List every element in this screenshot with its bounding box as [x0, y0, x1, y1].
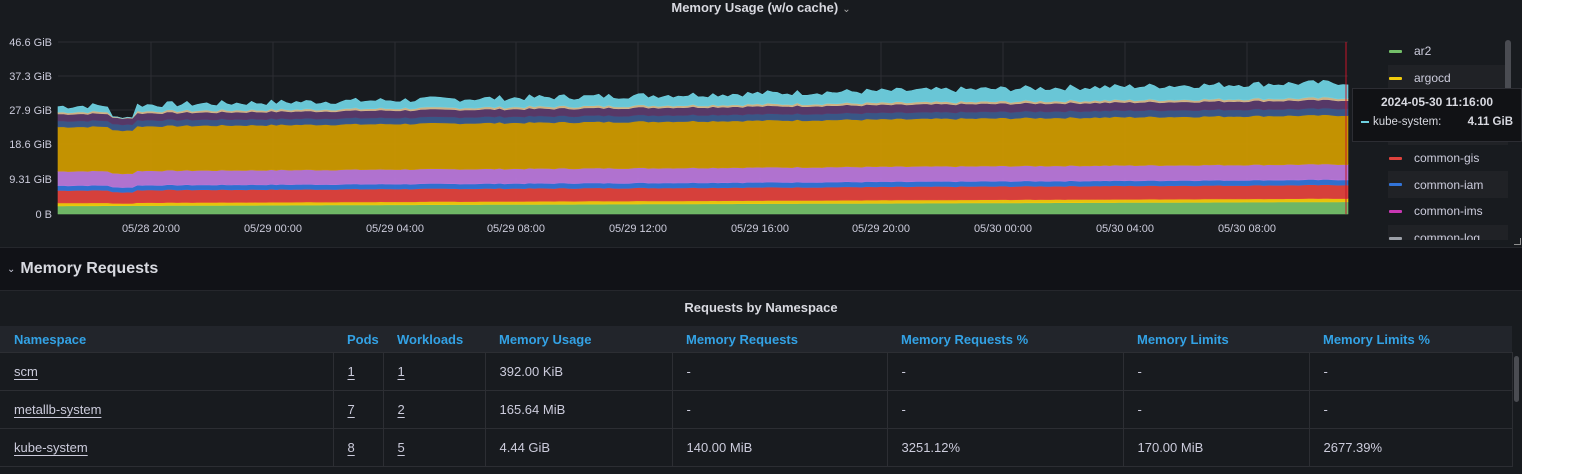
cell-pods: 1: [333, 352, 384, 391]
legend-item[interactable]: common-gis: [1388, 145, 1508, 172]
column-header-memory-usage[interactable]: Memory Usage: [485, 326, 672, 353]
x-tick-label: 05/30 08:00: [1218, 223, 1276, 235]
legend-swatch: [1389, 76, 1402, 80]
panel-resize-handle[interactable]: [1514, 238, 1521, 245]
cell-memory-limits-pct: -: [1309, 352, 1513, 391]
namespace-link[interactable]: metallb-system: [14, 402, 101, 417]
legend-swatch: [1389, 209, 1402, 213]
namespace-link[interactable]: scm: [14, 364, 38, 379]
cell-workloads: 5: [383, 428, 486, 467]
workloads-link[interactable]: 1: [398, 364, 405, 379]
legend-label: common-gis: [1414, 151, 1480, 166]
row-title[interactable]: Memory Requests: [20, 260, 158, 278]
x-tick-label: 05/29 04:00: [366, 223, 424, 235]
x-tick-label: 05/29 08:00: [487, 223, 545, 235]
cell-memory-usage: 392.00 KiB: [485, 352, 673, 391]
column-header-memory-requests[interactable]: Memory Requests: [672, 326, 887, 353]
cell-pods: 8: [333, 428, 384, 467]
y-tick-label: 18.6 GiB: [9, 139, 52, 151]
cell-pods: 7: [333, 390, 384, 429]
pods-link[interactable]: 7: [348, 402, 355, 417]
cell-memory-limits: -: [1123, 390, 1310, 429]
x-tick-label: 05/29 00:00: [244, 223, 302, 235]
legend-label: common-ims: [1414, 204, 1483, 219]
cell-namespace: scm: [0, 352, 334, 391]
cell-workloads: 1: [383, 352, 486, 391]
table-panel-title[interactable]: Requests by Namespace: [0, 300, 1522, 315]
chevron-down-icon[interactable]: ⌄: [842, 4, 850, 15]
workloads-link[interactable]: 5: [398, 440, 405, 455]
cell-memory-requests: -: [672, 390, 888, 429]
panel-title-text[interactable]: Memory Usage (w/o cache): [671, 0, 838, 15]
legend-label: common-log: [1414, 231, 1481, 240]
cell-memory-limits: -: [1123, 352, 1310, 391]
cell-workloads: 2: [383, 390, 486, 429]
panel-title[interactable]: Memory Usage (w/o cache) ⌄: [0, 0, 1522, 16]
legend-swatch: [1389, 156, 1402, 160]
column-header-memory-requests-pct[interactable]: Memory Requests %: [887, 326, 1123, 353]
memory-usage-panel: 46.6 GiB 37.3 GiB 27.9 GiB 18.6 GiB 9.31 GiB…: [0, 0, 1522, 246]
namespace-table: Namespace Pods Workloads Memory Usage Me…: [0, 326, 1513, 467]
y-tick-label: 27.9 GiB: [9, 105, 52, 117]
legend-item[interactable]: common-iam: [1388, 171, 1508, 199]
tooltip-time: 2024-05-30 11:16:00: [1380, 95, 1494, 109]
y-tick-label: 9.31 GiB: [9, 174, 52, 186]
x-tick-label: 05/29 16:00: [731, 223, 789, 235]
y-tick-label: 46.6 GiB: [9, 37, 52, 49]
cell-memory-limits-pct: 2677.39%: [1309, 428, 1513, 467]
legend-label: ar2: [1414, 44, 1432, 59]
x-tick-label: 05/28 20:00: [122, 223, 180, 235]
cell-memory-requests: -: [672, 352, 888, 391]
x-tick-label: 05/30 04:00: [1096, 223, 1154, 235]
table-scrollbar[interactable]: [1514, 356, 1519, 402]
column-header-pods[interactable]: Pods: [333, 326, 383, 353]
legend-label: argocd: [1414, 71, 1451, 86]
cell-memory-requests-pct: -: [887, 390, 1124, 429]
column-header-workloads[interactable]: Workloads: [383, 326, 485, 353]
cell-memory-limits: 170.00 MiB: [1123, 428, 1310, 467]
memory-usage-chart[interactable]: 46.6 GiB 37.3 GiB 27.9 GiB 18.6 GiB 9.31 GiB…: [0, 0, 1522, 246]
cell-namespace: kube-system: [0, 428, 334, 467]
cell-memory-limits-pct: -: [1309, 390, 1513, 429]
legend-swatch: [1389, 49, 1402, 53]
tooltip-swatch: [1361, 121, 1369, 123]
table-row: metallb-system 7 2 165.64 MiB - - - -: [0, 390, 1513, 429]
workloads-link[interactable]: 2: [398, 402, 405, 417]
legend-label: common-iam: [1414, 177, 1484, 192]
tooltip-row: kube-system: 4.11 GiB: [1361, 116, 1513, 128]
y-tick-label: 37.3 GiB: [9, 71, 52, 83]
legend-item[interactable]: ar2: [1388, 38, 1508, 65]
x-tick-label: 05/30 00:00: [974, 223, 1032, 235]
legend-swatch: [1389, 236, 1402, 240]
cell-memory-requests-pct: -: [887, 352, 1124, 391]
cell-memory-usage: 4.44 GiB: [485, 428, 673, 467]
namespace-link[interactable]: kube-system: [14, 440, 88, 455]
table-row: kube-system 8 5 4.44 GiB 140.00 MiB 3251…: [0, 428, 1513, 467]
x-tick-label: 05/29 12:00: [609, 223, 667, 235]
cell-memory-usage: 165.64 MiB: [485, 390, 673, 429]
table-row: scm 1 1 392.00 KiB - - - -: [0, 352, 1513, 391]
pods-link[interactable]: 1: [348, 364, 355, 379]
column-header-memory-limits[interactable]: Memory Limits: [1123, 326, 1309, 353]
dashboard: 46.6 GiB 37.3 GiB 27.9 GiB 18.6 GiB 9.31 GiB…: [0, 0, 1522, 474]
chart-tooltip: 2024-05-30 11:16:00 kube-system: 4.11 Gi…: [1352, 88, 1522, 142]
y-tick-label: 0 B: [35, 209, 52, 221]
x-tick-label: 05/29 20:00: [852, 223, 910, 235]
tooltip-value: 4.11 GiB: [1467, 116, 1513, 128]
pods-link[interactable]: 8: [348, 440, 355, 455]
chevron-down-icon[interactable]: ⌄: [7, 264, 15, 275]
legend-item[interactable]: common-log: [1388, 224, 1508, 240]
cell-namespace: metallb-system: [0, 390, 334, 429]
requests-by-namespace-panel: Requests by Namespace Namespace Pods Wor…: [0, 292, 1522, 474]
cell-memory-requests-pct: 3251.12%: [887, 428, 1124, 467]
tooltip-series: kube-system:: [1373, 116, 1442, 128]
column-header-namespace[interactable]: Namespace: [0, 326, 333, 353]
column-header-memory-limits-pct[interactable]: Memory Limits %: [1309, 326, 1512, 353]
legend-swatch: [1389, 183, 1402, 187]
table-header-row: Namespace Pods Workloads Memory Usage Me…: [0, 326, 1512, 353]
row-header-memory-requests[interactable]: ⌄ Memory Requests: [0, 247, 1522, 291]
cell-memory-requests: 140.00 MiB: [672, 428, 888, 467]
legend-item[interactable]: common-ims: [1388, 198, 1508, 225]
